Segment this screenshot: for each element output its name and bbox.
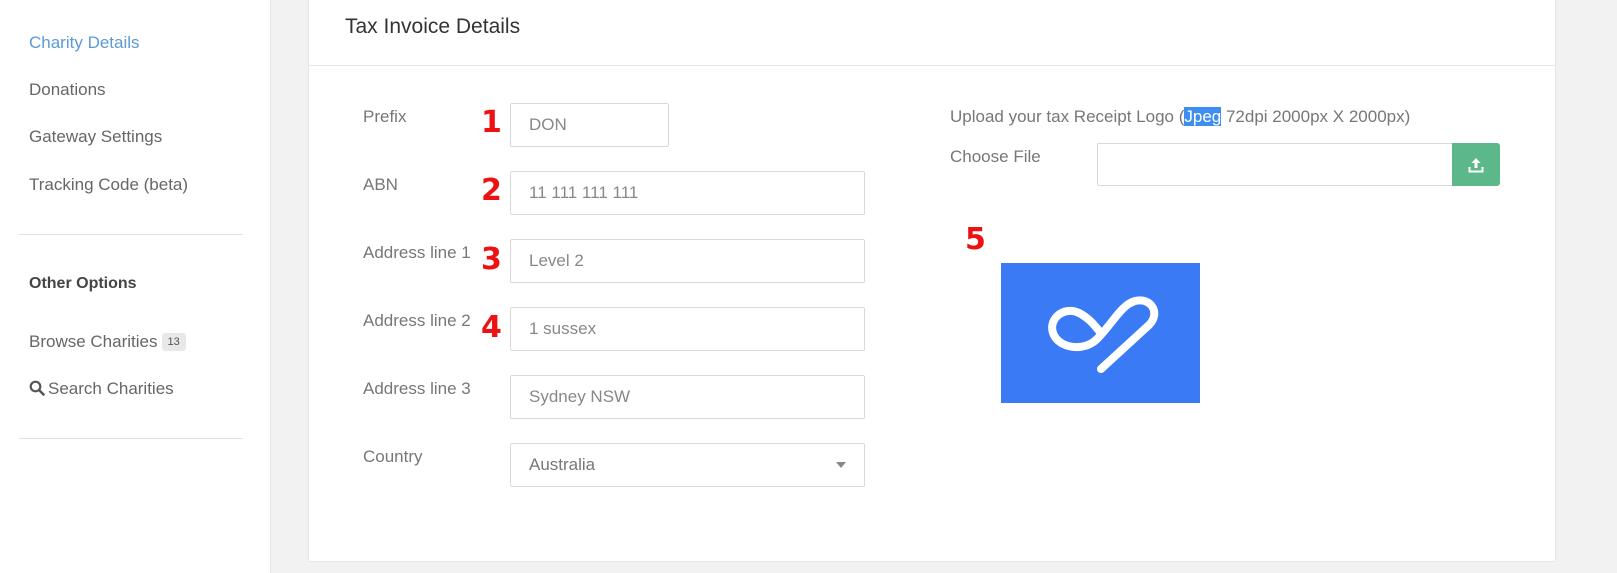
abn-label: ABN [363, 175, 398, 194]
receipt-logo-preview [1001, 263, 1200, 403]
address-line-3-input[interactable] [510, 375, 865, 419]
card-header-divider [309, 65, 1555, 66]
file-name-field[interactable] [1097, 143, 1452, 186]
address-line-1-input[interactable] [510, 239, 865, 283]
sidebar-item-browse-charities[interactable]: Browse Charities 13 [29, 332, 186, 352]
choose-file-label: Choose File [950, 147, 1041, 166]
sidebar-divider-bottom [19, 438, 243, 439]
abn-input[interactable] [510, 171, 865, 215]
tax-invoice-card: Tax Invoice Details Prefix 1 ABN 2 Addre… [308, 0, 1556, 562]
address-line-2-input[interactable] [510, 307, 865, 351]
address-line-2-label: Address line 2 [363, 311, 471, 330]
upload-icon [1468, 157, 1484, 172]
upload-instructions-prefix: Upload your tax Receipt Logo ( [950, 107, 1185, 126]
sidebar-divider [19, 234, 243, 235]
country-selected-value: Australia [529, 455, 596, 474]
page-title: Tax Invoice Details [345, 15, 521, 38]
annotation-marker-4: 4 [481, 310, 502, 345]
upload-logo-instructions: Upload your tax Receipt Logo (Jpeg 72dpi… [950, 107, 1410, 127]
sidebar-item-charity-details[interactable]: Charity Details [29, 33, 140, 53]
annotation-marker-1: 1 [481, 105, 502, 140]
search-icon [29, 380, 45, 396]
caret-down-icon [836, 462, 846, 468]
country-label: Country [363, 447, 423, 466]
address-line-1-label: Address line 1 [363, 243, 471, 262]
prefix-input[interactable] [510, 103, 669, 147]
browse-charities-label: Browse Charities [29, 332, 158, 351]
search-charities-label: Search Charities [48, 379, 174, 398]
annotation-marker-2: 2 [481, 173, 502, 208]
upload-instructions-suffix: 72dpi 2000px X 2000px) [1221, 107, 1411, 126]
other-options-heading: Other Options [29, 275, 137, 292]
selected-text-highlight: Jpeg [1184, 107, 1222, 126]
sidebar-item-tracking-code[interactable]: Tracking Code (beta) [29, 175, 188, 195]
country-select[interactable]: Australia [510, 443, 865, 487]
sidebar-item-donations[interactable]: Donations [29, 80, 106, 100]
annotation-marker-5: 5 [965, 222, 986, 257]
sidebar: Charity Details Donations Gateway Settin… [0, 0, 271, 573]
prefix-label: Prefix [363, 107, 407, 126]
address-line-3-label: Address line 3 [363, 379, 471, 398]
sidebar-item-gateway-settings[interactable]: Gateway Settings [29, 127, 162, 147]
upload-button[interactable] [1452, 143, 1500, 186]
heart-logo-icon [1047, 296, 1158, 373]
sidebar-item-search-charities[interactable]: Search Charities [29, 379, 174, 399]
annotation-marker-3: 3 [481, 242, 502, 277]
charities-count-badge: 13 [161, 333, 186, 351]
